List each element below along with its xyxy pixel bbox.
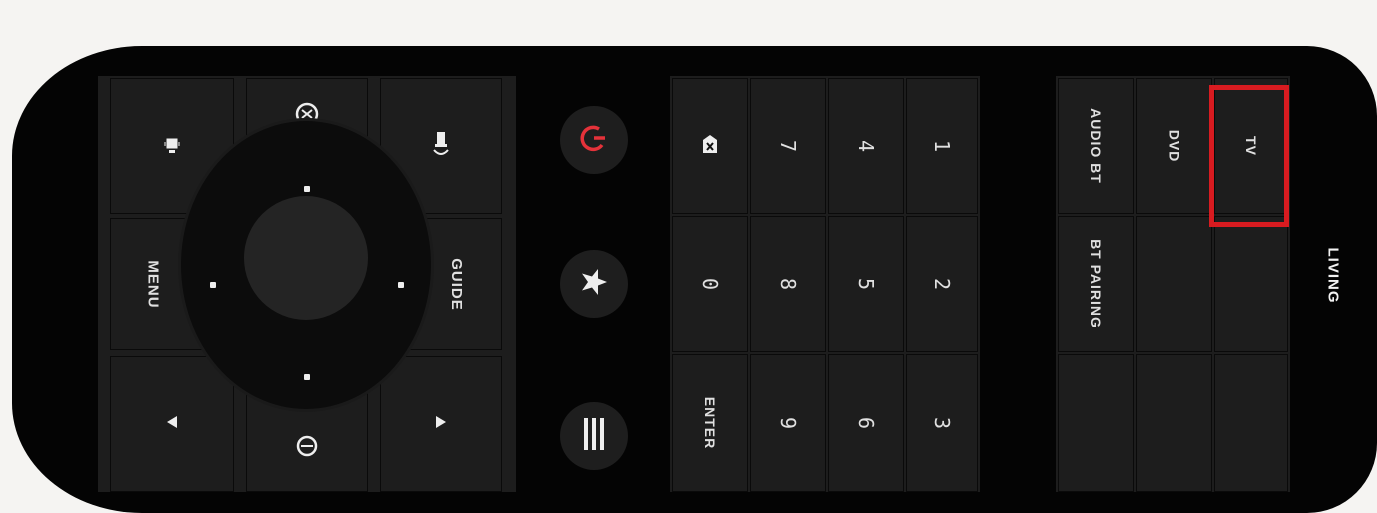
key-4[interactable]: 4 — [828, 78, 904, 214]
source-empty-3[interactable] — [1058, 354, 1134, 492]
rewind-button[interactable] — [110, 356, 234, 492]
rewind-icon — [165, 414, 179, 435]
key-3-label: 3 — [929, 416, 954, 430]
selected-source-highlight — [1209, 85, 1289, 227]
key-7-label: 7 — [775, 139, 800, 153]
source-dvd[interactable]: DVD — [1136, 78, 1212, 214]
key-1-label: 1 — [929, 139, 954, 153]
source-empty-4[interactable] — [1136, 354, 1212, 492]
key-5-label: 5 — [853, 277, 878, 291]
power-button[interactable] — [560, 106, 628, 174]
key-9[interactable]: 9 — [750, 354, 826, 492]
star-icon — [579, 267, 609, 302]
dpad-down-arrow[interactable] — [304, 374, 310, 380]
source-empty-5[interactable] — [1214, 354, 1288, 492]
key-5[interactable]: 5 — [828, 216, 904, 352]
key-2[interactable]: 2 — [906, 216, 978, 352]
key-0-label: 0 — [697, 277, 722, 291]
room-label[interactable]: LIVING — [1298, 230, 1368, 320]
room-label-text: LIVING — [1324, 246, 1342, 304]
dpad-left-arrow[interactable] — [210, 282, 216, 288]
guide-label: GUIDE — [448, 257, 466, 311]
key-7[interactable]: 7 — [750, 78, 826, 214]
play-button[interactable] — [380, 356, 502, 492]
key-4-label: 4 — [853, 139, 878, 153]
dpad-up-arrow[interactable] — [304, 186, 310, 192]
source-dvd-label: DVD — [1166, 129, 1182, 163]
source-bt-pairing-label: BT PAIRING — [1088, 239, 1105, 329]
source-empty-2[interactable] — [1214, 216, 1288, 352]
favorite-button[interactable] — [560, 250, 628, 318]
power-icon — [578, 122, 610, 159]
key-1[interactable]: 1 — [906, 78, 978, 214]
dpad-ok-button[interactable] — [244, 196, 368, 320]
key-delete[interactable] — [672, 78, 748, 214]
key-6[interactable]: 6 — [828, 354, 904, 492]
dpad-right-arrow[interactable] — [398, 282, 404, 288]
menu-lines-button[interactable] — [560, 402, 628, 470]
menu-lines-icon — [581, 416, 607, 457]
key-2-label: 2 — [929, 277, 954, 291]
key-8-label: 8 — [775, 277, 800, 291]
key-6-label: 6 — [853, 416, 878, 430]
source-audio-bt-label: AUDIO BT — [1088, 108, 1105, 184]
source-audio-bt[interactable]: AUDIO BT — [1058, 78, 1134, 214]
clock-icon — [295, 434, 319, 463]
source-empty-1[interactable] — [1136, 216, 1212, 352]
key-enter[interactable]: ENTER — [672, 354, 748, 492]
key-0[interactable]: 0 — [672, 216, 748, 352]
key-9-label: 9 — [775, 416, 800, 430]
key-enter-label: ENTER — [701, 396, 718, 450]
source-bt-pairing[interactable]: BT PAIRING — [1058, 216, 1134, 352]
key-8[interactable]: 8 — [750, 216, 826, 352]
bell-sound-icon — [429, 129, 453, 164]
delete-icon — [701, 134, 719, 159]
play-icon — [434, 414, 448, 435]
key-3[interactable]: 3 — [906, 354, 978, 492]
menu-label: MENU — [144, 259, 162, 309]
bell-icon — [161, 133, 183, 160]
